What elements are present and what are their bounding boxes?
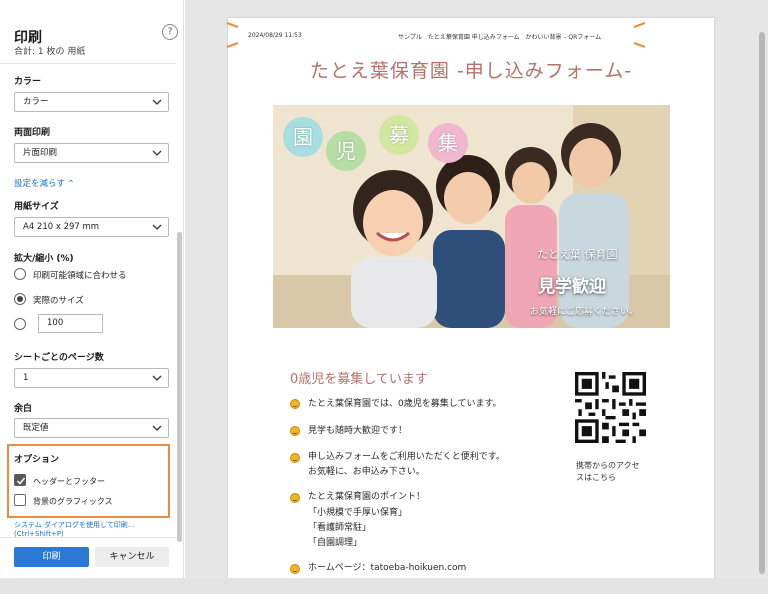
list-item: 申し込みフォームをご利用いただくと便利です。 bbox=[308, 452, 505, 462]
print-button[interactable]: 印刷 bbox=[14, 547, 89, 567]
cancel-button[interactable]: キャンセル bbox=[95, 547, 169, 567]
duplex-select[interactable]: 片面印刷 bbox=[14, 143, 169, 163]
panel-scrollbar[interactable] bbox=[177, 232, 182, 542]
chevron-down-icon bbox=[152, 150, 162, 156]
radio-actual-size[interactable] bbox=[14, 293, 26, 305]
qr-caption-line: スはこちら bbox=[576, 473, 616, 482]
color-select-value: カラー bbox=[23, 97, 49, 107]
corner-mark-icon bbox=[226, 22, 239, 28]
bottom-bar bbox=[0, 578, 768, 594]
page-header-date: 2024/08/29 11:53 bbox=[248, 32, 302, 39]
list-item-line: 「看護師常駐」 bbox=[308, 523, 372, 533]
radio-fit-printable[interactable] bbox=[14, 268, 26, 280]
duplex-select-value: 片面印刷 bbox=[23, 148, 58, 158]
banner-school-name: たとえ葉 保育園 bbox=[537, 248, 618, 261]
qr-caption: 携帯からのアクセ スはこちら bbox=[576, 460, 656, 484]
qr-code bbox=[575, 372, 646, 443]
chevron-down-icon bbox=[152, 375, 162, 381]
fewer-settings-link[interactable]: 設定を減らす ⌃ bbox=[14, 177, 75, 189]
smiley-icon bbox=[290, 399, 300, 409]
smiley-icon bbox=[290, 493, 300, 503]
fit-printable-label: 印刷可能領域に合わせる bbox=[33, 271, 127, 281]
scale-input[interactable]: 100 bbox=[38, 314, 103, 333]
headers-footers-label: ヘッダーとフッター bbox=[33, 477, 105, 486]
banner-bubble: 園 bbox=[283, 117, 323, 157]
corner-mark-icon bbox=[633, 42, 646, 48]
scale-label: 拡大/縮小 (%) bbox=[14, 254, 74, 264]
divider bbox=[0, 63, 176, 64]
radio-custom-scale[interactable] bbox=[14, 318, 26, 330]
pages-per-sheet-select[interactable]: 1 bbox=[14, 368, 169, 388]
pages-per-sheet-label: シートごとのページ数 bbox=[14, 353, 104, 363]
divider bbox=[0, 537, 176, 538]
options-label: オプション bbox=[14, 455, 60, 465]
background-graphics-label: 背景のグラフィックス bbox=[33, 497, 113, 506]
qr-caption-line: 携帯からのアクセ bbox=[576, 461, 640, 470]
list-item-line: 「自園調理」 bbox=[308, 538, 363, 548]
system-dialog-link[interactable]: システム ダイアログを使用して印刷... (Ctrl+Shift+P) bbox=[14, 520, 183, 538]
margins-value: 既定値 bbox=[23, 423, 49, 433]
list-item-line: 「小規模で手厚い保育」 bbox=[308, 508, 408, 518]
list-item: たとえ葉保育園では、0歳児を募集しています。 bbox=[308, 399, 502, 409]
banner-image: 園 児 募 集 bbox=[273, 105, 670, 328]
paper-size-label: 用紙サイズ bbox=[14, 202, 59, 212]
document-title: たとえ葉保育園 -申し込みフォーム- bbox=[309, 60, 633, 82]
banner-subtext: お気軽にご応募ください。 bbox=[530, 307, 638, 317]
smiley-icon bbox=[290, 426, 300, 436]
corner-mark-icon bbox=[633, 22, 646, 28]
margins-select[interactable]: 既定値 bbox=[14, 418, 169, 438]
list-item: ホームページ：tatoeba-hoikuen.com bbox=[308, 563, 467, 573]
page-header-source: サンプル たとえ葉保育園 申し込みフォーム かわいい背景 – QRフォーム bbox=[398, 34, 602, 41]
banner-headline: 見学歓迎 bbox=[538, 277, 606, 297]
print-settings-panel: 印刷 合計: 1 枚の 用紙 ? カラー カラー 両面印刷 片面印刷 設定を減ら… bbox=[0, 0, 184, 578]
list-item: たとえ葉保育園のポイント！ bbox=[308, 492, 426, 502]
smiley-icon bbox=[290, 564, 300, 574]
banner-bubble: 児 bbox=[326, 131, 366, 171]
chevron-down-icon bbox=[152, 224, 162, 230]
help-icon[interactable]: ? bbox=[162, 24, 178, 40]
smiley-icon bbox=[290, 453, 300, 463]
pages-per-sheet-value: 1 bbox=[23, 373, 29, 383]
preview-scrollbar[interactable] bbox=[759, 32, 765, 574]
margins-label: 余白 bbox=[14, 404, 33, 414]
actual-size-label: 実際のサイズ bbox=[33, 296, 84, 306]
corner-mark-icon bbox=[226, 42, 239, 48]
chevron-down-icon bbox=[152, 99, 162, 105]
check-icon bbox=[16, 477, 26, 485]
headers-footers-checkbox[interactable] bbox=[14, 474, 26, 486]
recruitment-heading: 0歳児を募集しています bbox=[290, 372, 428, 387]
paper-size-value: A4 210 x 297 mm bbox=[23, 222, 100, 232]
color-label: カラー bbox=[14, 77, 42, 87]
sheet-count: 合計: 1 枚の 用紙 bbox=[14, 47, 86, 57]
background-graphics-checkbox[interactable] bbox=[14, 494, 26, 506]
list-item-line: お気軽に、お申込み下さい。 bbox=[308, 467, 425, 477]
chevron-down-icon bbox=[152, 425, 162, 431]
banner-bubble: 募 bbox=[379, 115, 419, 155]
duplex-label: 両面印刷 bbox=[14, 128, 51, 138]
paper-size-select[interactable]: A4 210 x 297 mm bbox=[14, 217, 169, 237]
banner-bubble: 集 bbox=[428, 123, 468, 163]
list-item: 見学も随時大歓迎です！ bbox=[308, 426, 408, 436]
color-select[interactable]: カラー bbox=[14, 92, 169, 112]
